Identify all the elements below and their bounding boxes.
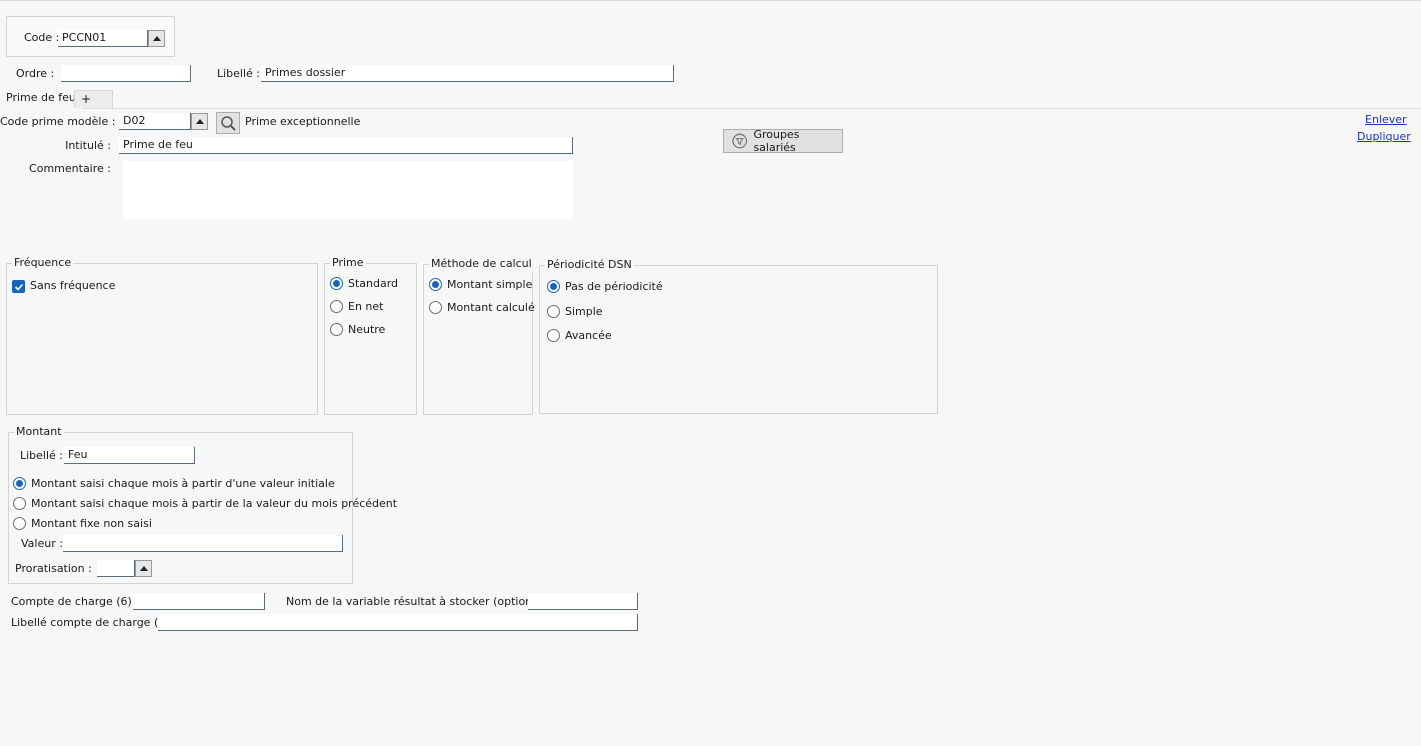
montant-option-initiale-label: Montant saisi chaque mois à partir d'une… [31,477,335,490]
code-prime-input[interactable]: D02 [119,113,191,130]
montant-title: Montant [14,425,64,439]
intitule-label: Intitulé : [65,139,111,152]
ordre-label: Ordre : [16,67,55,80]
code-prime-label: Code prime modèle : [0,115,116,128]
intitule-input[interactable]: Prime de feu [119,137,573,154]
checkmark-icon [14,283,24,291]
montant-option-fixe-label: Montant fixe non saisi [31,517,152,530]
periodicite-simple-label: Simple [565,305,603,318]
methode-montant-simple-radio[interactable] [429,278,442,291]
ordre-input[interactable] [61,65,191,82]
periodicite-simple-radio[interactable] [547,305,560,318]
sans-frequence-label: Sans fréquence [30,279,116,292]
compte-charge-input[interactable] [133,593,265,610]
montant-libelle-input[interactable]: Feu [64,447,195,464]
libelle-label: Libellé : [217,67,261,80]
methode-montant-calcule-radio[interactable] [429,301,442,314]
prime-neutre-radio[interactable] [330,323,343,336]
enlever-link[interactable]: Enlever [1365,113,1407,126]
tab-strip-line [0,108,1421,109]
methode-title: Méthode de calcul [429,257,534,271]
dupliquer-link[interactable]: Dupliquer [1357,130,1411,143]
montant-libelle-label: Libellé : [20,449,64,462]
periodicite-pas-label: Pas de périodicité [565,280,663,293]
montant-option-precedent-label: Montant saisi chaque mois à partir de la… [31,497,398,510]
libelle-compte-input[interactable] [158,614,638,631]
valeur-label: Valeur : [21,537,63,550]
search-icon [221,116,236,131]
libelle-compte-label: Libellé compte de charge (6) : [11,616,177,629]
compte-charge-label: Compte de charge (6) : [11,595,140,608]
proratisation-label: Proratisation : [15,562,92,575]
methode-montant-simple-label: Montant simple [447,278,533,291]
top-border [0,0,1421,1]
periodicite-title: Périodicité DSN [545,258,634,272]
nom-variable-input[interactable] [528,593,638,610]
methode-montant-calcule-label: Montant calculé [447,301,535,314]
montant-option-fixe-radio[interactable] [13,517,26,530]
frequence-title: Fréquence [12,256,74,270]
prime-en-net-radio[interactable] [330,300,343,313]
valeur-input[interactable] [63,535,343,552]
prime-en-net-label: En net [348,300,384,313]
proratisation-spin-button[interactable] [135,560,152,577]
periodicite-pas-radio[interactable] [547,280,560,293]
prime-standard-label: Standard [348,277,399,290]
groupes-salaries-label: Groupes salariés [753,128,800,154]
tab-add[interactable]: + [74,90,113,108]
prime-standard-radio[interactable] [330,277,343,290]
montant-option-precedent-radio[interactable] [13,497,26,510]
groupes-salaries-button[interactable]: Groupes salariés [723,128,843,154]
periodicite-avancee-radio[interactable] [547,329,560,342]
group-filter-icon [732,133,748,149]
code-input[interactable]: PCCN01 [58,30,148,47]
sans-frequence-checkbox[interactable] [12,280,25,293]
tab-prime-de-feu[interactable]: Prime de feu [0,90,82,109]
nom-variable-label: Nom de la variable résultat à stocker (o… [286,595,561,608]
montant-option-initiale-radio[interactable] [13,477,26,490]
code-prime-spin-button[interactable] [191,113,208,130]
commentaire-label: Commentaire : [29,162,111,175]
code-spin-button[interactable] [148,30,165,47]
search-button[interactable] [216,112,240,134]
triangle-up-icon [139,566,148,571]
triangle-up-icon [195,119,204,124]
libelle-input[interactable]: Primes dossier [261,65,674,82]
code-label: Code : [24,31,60,44]
commentaire-textarea[interactable] [123,161,573,219]
code-prime-description: Prime exceptionnelle [245,115,361,128]
prime-title: Prime [330,256,366,270]
prime-neutre-label: Neutre [348,323,386,336]
periodicite-avancee-label: Avancée [565,329,612,342]
triangle-up-icon [152,36,161,41]
proratisation-input[interactable] [97,560,135,577]
